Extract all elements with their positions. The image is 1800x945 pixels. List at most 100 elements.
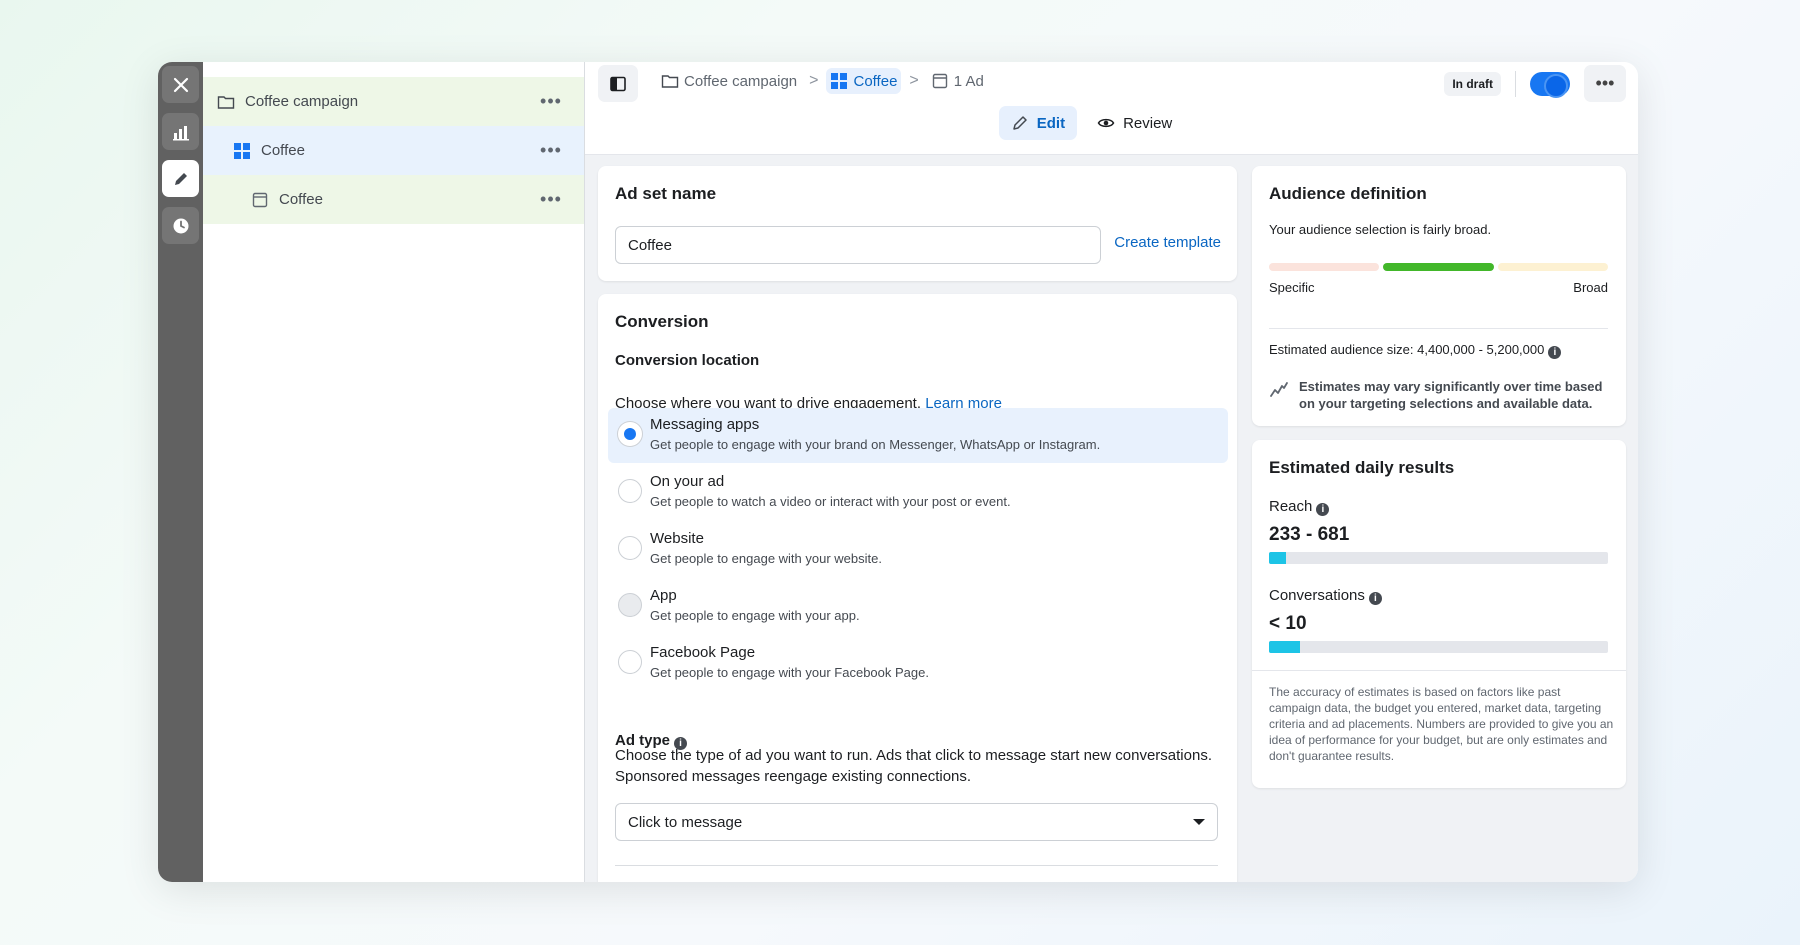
- tab-label: Review: [1123, 114, 1173, 132]
- card-title: Estimated daily results: [1269, 458, 1455, 477]
- option-title: On your ad: [650, 473, 725, 490]
- option-website[interactable]: Website Get people to engage with your w…: [608, 522, 1228, 577]
- estimate-disclaimer: The accuracy of estimates is based on fa…: [1269, 685, 1614, 763]
- option-app[interactable]: App Get people to engage with your app.: [608, 579, 1228, 634]
- folder-icon: [217, 93, 235, 111]
- tree-item-label: Coffee campaign: [245, 93, 359, 110]
- more-options-icon[interactable]: •••: [538, 140, 564, 161]
- info-icon[interactable]: i: [1316, 503, 1330, 516]
- main-panel: Coffee campaign > Coffee > 1 Ad In draft…: [585, 62, 1638, 882]
- reach-value: 233 - 681: [1269, 524, 1350, 545]
- more-actions-button[interactable]: •••: [1584, 65, 1626, 102]
- bar-chart-icon: [172, 125, 189, 140]
- radio-button[interactable]: [618, 422, 642, 446]
- pencil-icon: [174, 172, 187, 185]
- breadcrumb-separator: >: [809, 72, 819, 89]
- more-options-icon[interactable]: •••: [538, 189, 564, 210]
- create-template-link[interactable]: Create template: [1114, 234, 1221, 251]
- conversations-label: Conversations i: [1269, 587, 1382, 605]
- close-icon: [173, 77, 188, 92]
- label-specific: Specific: [1269, 280, 1315, 295]
- edit-mode-button[interactable]: [162, 160, 199, 197]
- mode-switcher: Edit Review: [585, 106, 1638, 140]
- tab-label: Edit: [1036, 114, 1066, 132]
- estimated-size-text: Estimated audience size: 4,400,000 - 5,2…: [1269, 342, 1545, 357]
- reach-bar-fill: [1269, 552, 1286, 564]
- ad-page-icon: [932, 73, 947, 89]
- select-value: Click to message: [628, 813, 743, 831]
- reach-label: Reach i: [1269, 498, 1330, 516]
- meter-segment-specific: [1269, 263, 1380, 271]
- tree-item-campaign[interactable]: Coffee campaign •••: [203, 77, 584, 126]
- breadcrumb-ad[interactable]: 1 Ad: [927, 68, 988, 94]
- divider: [615, 865, 1218, 866]
- left-rail: [158, 62, 203, 882]
- more-options-icon[interactable]: •••: [538, 91, 564, 112]
- sidebar-toggle-icon: [610, 76, 626, 91]
- grid-icon: [233, 142, 251, 160]
- tree-item-adset[interactable]: Coffee •••: [203, 126, 584, 175]
- option-desc: Get people to engage with your app.: [650, 608, 860, 623]
- history-button[interactable]: [162, 207, 199, 244]
- tab-edit[interactable]: Edit: [998, 106, 1078, 140]
- option-desc: Get people to engage with your brand on …: [650, 437, 1101, 452]
- option-desc: Get people to engage with your website.: [650, 551, 882, 566]
- conversations-label-text: Conversations: [1269, 587, 1365, 604]
- pencil-icon: [1012, 116, 1027, 130]
- conversations-bar-fill: [1269, 641, 1300, 653]
- status-tools: In draft •••: [1444, 65, 1626, 102]
- breadcrumb-adset[interactable]: Coffee: [826, 68, 902, 94]
- clock-icon: [173, 218, 188, 233]
- audience-definition-card: Audience definition Your audience select…: [1252, 166, 1626, 426]
- top-bar: Coffee campaign > Coffee > 1 Ad In draft…: [585, 62, 1638, 155]
- close-button[interactable]: [162, 66, 199, 103]
- breadcrumb-label: 1 Ad: [953, 72, 984, 90]
- tab-review[interactable]: Review: [1085, 106, 1184, 140]
- tree-item-ad[interactable]: Coffee •••: [203, 175, 584, 224]
- grid-icon: [831, 73, 848, 89]
- ad-type-desc: Choose the type of ad you want to run. A…: [615, 747, 1212, 785]
- audience-summary: Your audience selection is fairly broad.: [1269, 222, 1492, 237]
- info-icon[interactable]: i: [1548, 346, 1562, 359]
- reach-bar: [1269, 552, 1608, 564]
- breadcrumb-label: Coffee: [853, 72, 898, 90]
- label-broad: Broad: [1573, 280, 1608, 295]
- ad-set-name-input[interactable]: [615, 226, 1101, 264]
- note-text: Estimates may vary significantly over ti…: [1299, 379, 1603, 411]
- tree-item-label: Coffee: [261, 142, 305, 159]
- option-facebook-page[interactable]: Facebook Page Get people to engage with …: [608, 636, 1228, 691]
- tree-item-label: Coffee: [279, 191, 323, 208]
- option-title: Messaging apps: [650, 416, 760, 433]
- option-title: Facebook Page: [650, 644, 756, 661]
- meter-segment-broad: [1497, 263, 1608, 271]
- card-title: Conversion: [615, 312, 709, 331]
- breadcrumb-campaign[interactable]: Coffee campaign: [657, 68, 801, 94]
- breadcrumb-label: Coffee campaign: [684, 72, 798, 90]
- audience-meter: [1269, 263, 1608, 271]
- charts-button[interactable]: [162, 113, 199, 150]
- toggle-panel-button[interactable]: [598, 65, 638, 102]
- ad-set-name-card: Ad set name Create template: [598, 166, 1237, 281]
- option-desc: Get people to watch a video or interact …: [650, 494, 1011, 509]
- conversion-location-title: Conversion location: [615, 352, 760, 369]
- conversations-bar: [1269, 641, 1608, 653]
- caret-down-icon: [1193, 819, 1205, 825]
- radio-button[interactable]: [618, 650, 642, 674]
- folder-icon: [661, 75, 679, 88]
- campaign-tree: Coffee campaign ••• Coffee ••• Coffee ••…: [203, 62, 585, 882]
- option-desc: Get people to engage with your Facebook …: [650, 665, 929, 680]
- radio-button[interactable]: [618, 593, 642, 617]
- publish-toggle[interactable]: [1530, 71, 1570, 98]
- eye-icon: [1097, 118, 1115, 128]
- option-messaging-apps[interactable]: Messaging apps Get people to engage with…: [608, 408, 1228, 463]
- card-title: Ad set name: [615, 184, 717, 203]
- option-title: Website: [650, 530, 704, 547]
- divider: [1269, 328, 1608, 329]
- radio-button[interactable]: [618, 479, 642, 503]
- divider: [1252, 670, 1626, 671]
- info-icon[interactable]: i: [1368, 592, 1382, 605]
- ad-type-select[interactable]: Click to message: [615, 803, 1218, 841]
- radio-button[interactable]: [618, 536, 642, 560]
- conversion-card: Conversion Conversion location Choose wh…: [598, 294, 1237, 882]
- option-on-your-ad[interactable]: On your ad Get people to watch a video o…: [608, 465, 1228, 520]
